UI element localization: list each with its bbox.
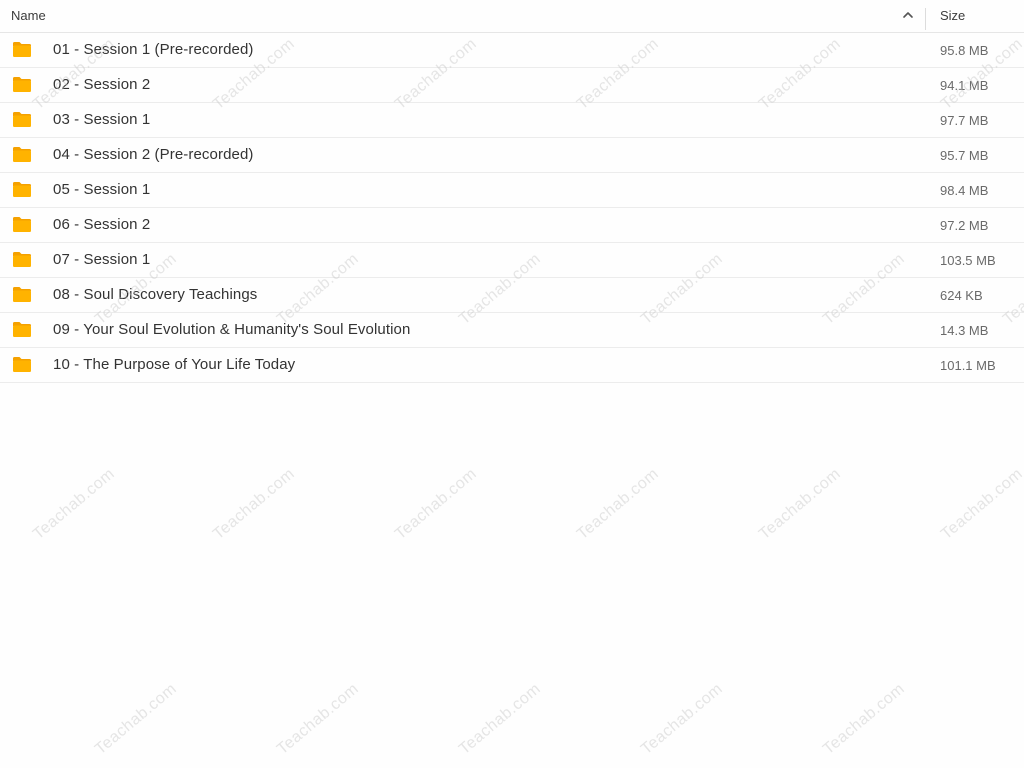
list-item[interactable]: 07 - Session 1 103.5 MB xyxy=(0,243,1024,278)
watermark: Teachab.com xyxy=(274,680,363,759)
folder-icon xyxy=(13,322,31,337)
folder-icon xyxy=(13,252,31,267)
list-item[interactable]: 02 - Session 2 94.1 MB xyxy=(0,68,1024,103)
list-item[interactable]: 08 - Soul Discovery Teachings 624 KB xyxy=(0,278,1024,313)
list-item-size: 94.1 MB xyxy=(940,78,989,93)
folder-icon xyxy=(13,147,31,162)
list-item-size: 98.4 MB xyxy=(940,183,989,198)
list-item-name: 03 - Session 1 xyxy=(53,111,151,128)
list-item-size: 97.7 MB xyxy=(940,113,989,128)
watermark: Teachab.com xyxy=(938,465,1024,544)
list-item[interactable]: 10 - The Purpose of Your Life Today 101.… xyxy=(0,348,1024,383)
folder-icon xyxy=(13,77,31,92)
watermark: Teachab.com xyxy=(456,680,545,759)
list-header: Name Size xyxy=(0,0,1024,33)
folder-icon xyxy=(13,357,31,372)
folder-icon xyxy=(13,217,31,232)
watermark: Teachab.com xyxy=(638,680,727,759)
list-item-size: 97.2 MB xyxy=(940,218,989,233)
folder-icon xyxy=(13,287,31,302)
folder-icon xyxy=(13,42,31,57)
list-item-size: 95.7 MB xyxy=(940,148,989,163)
list-item-name: 09 - Your Soul Evolution & Humanity's So… xyxy=(53,321,411,338)
list-item[interactable]: 03 - Session 1 97.7 MB xyxy=(0,103,1024,138)
folder-icon xyxy=(13,182,31,197)
list-item-name: 02 - Session 2 xyxy=(53,76,151,93)
watermark: Teachab.com xyxy=(30,465,119,544)
list-item[interactable]: 09 - Your Soul Evolution & Humanity's So… xyxy=(0,313,1024,348)
chevron-up-icon[interactable] xyxy=(902,8,914,22)
column-header-size[interactable]: Size xyxy=(940,8,965,23)
list-item-size: 624 KB xyxy=(940,288,983,303)
list-item[interactable]: 04 - Session 2 (Pre-recorded) 95.7 MB xyxy=(0,138,1024,173)
list-item-size: 95.8 MB xyxy=(940,43,989,58)
watermark: Teachab.com xyxy=(92,680,181,759)
list-item-name: 04 - Session 2 (Pre-recorded) xyxy=(53,146,254,163)
column-divider[interactable] xyxy=(925,8,926,30)
folder-icon xyxy=(13,112,31,127)
watermark: Teachab.com xyxy=(756,465,845,544)
file-list: Name Size 01 - Session 1 (Pre-recorded) … xyxy=(0,0,1024,383)
list-item-name: 06 - Session 2 xyxy=(53,216,151,233)
list-item-name: 01 - Session 1 (Pre-recorded) xyxy=(53,41,254,58)
list-item[interactable]: 06 - Session 2 97.2 MB xyxy=(0,208,1024,243)
list-item-name: 10 - The Purpose of Your Life Today xyxy=(53,356,296,373)
watermark: Teachab.com xyxy=(392,465,481,544)
watermark: Teachab.com xyxy=(574,465,663,544)
list-item-size: 101.1 MB xyxy=(940,358,996,373)
watermark: Teachab.com xyxy=(210,465,299,544)
watermark: Teachab.com xyxy=(820,680,909,759)
list-item-size: 103.5 MB xyxy=(940,253,996,268)
list-item[interactable]: 01 - Session 1 (Pre-recorded) 95.8 MB xyxy=(0,33,1024,68)
list-item-name: 08 - Soul Discovery Teachings xyxy=(53,286,258,303)
list-item-name: 07 - Session 1 xyxy=(53,251,151,268)
list-item[interactable]: 05 - Session 1 98.4 MB xyxy=(0,173,1024,208)
column-header-name[interactable]: Name xyxy=(11,8,46,23)
list-item-size: 14.3 MB xyxy=(940,323,989,338)
list-item-name: 05 - Session 1 xyxy=(53,181,151,198)
